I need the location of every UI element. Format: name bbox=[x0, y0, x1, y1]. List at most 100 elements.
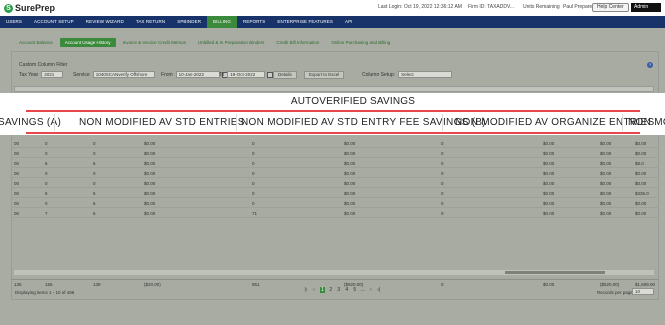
tab-account-usage-history[interactable]: Account Usage History bbox=[59, 38, 116, 47]
logo[interactable]: S SurePrep bbox=[4, 3, 55, 13]
table-row[interactable]: 00 7 6 $0.00 71 $0.00 0 $0.00 $0.00 $0.00 bbox=[11, 209, 659, 218]
column-header[interactable]: NON MO bbox=[628, 117, 665, 128]
details-row: Details bbox=[273, 70, 297, 79]
column-header[interactable]: SAVINGS (A) bbox=[0, 117, 61, 128]
page-5[interactable]: 5 bbox=[352, 287, 357, 293]
to-label: To bbox=[219, 71, 225, 78]
column-header[interactable]: NON MODIFIED AV STD ENTRIES bbox=[79, 117, 245, 128]
table-cell: 0 bbox=[441, 161, 444, 166]
pagination: |‹ ‹ 1 2 3 4 5 ... › ›| bbox=[302, 287, 383, 293]
table-row[interactable]: 00 0 0 $0.00 0 $0.00 0 $0.00 $0.00 $0.00 bbox=[11, 169, 659, 178]
nav-billing[interactable]: BILLING bbox=[207, 16, 238, 28]
page-ellipsis[interactable]: ... bbox=[360, 287, 365, 293]
service-select[interactable]: 1040SCANverify Offshore bbox=[92, 71, 155, 78]
table-cell: $0.00 bbox=[543, 201, 555, 206]
to-date-input[interactable]: 19-Oct-2022 bbox=[227, 71, 266, 78]
total-cell: ($520.00) bbox=[600, 282, 620, 287]
last-page-icon[interactable]: ›| bbox=[376, 287, 381, 293]
total-cell: 155 bbox=[45, 282, 53, 287]
nav-spbinder[interactable]: SPBINDER bbox=[171, 16, 207, 28]
divider bbox=[26, 110, 640, 112]
table-cell: 0 bbox=[45, 141, 48, 146]
table-cell: $0.00 bbox=[344, 201, 356, 206]
column-header[interactable]: NON MODIFIED AV STD ENTRY FEE SAVINGS (B… bbox=[241, 117, 486, 128]
main-nav: USERS ACCOUNT SETUP REVIEW WIZARD TAX RE… bbox=[0, 16, 665, 28]
table-cell: $0.00 bbox=[543, 141, 555, 146]
table-cell: 0 bbox=[252, 161, 255, 166]
help-icon[interactable]: ? bbox=[647, 62, 653, 68]
tab-unbilled-binders[interactable]: Unbilled & In Preparation Binders bbox=[193, 38, 270, 47]
column-setup-filter: Column Setup: Select bbox=[362, 70, 453, 79]
nav-api[interactable]: API bbox=[339, 16, 359, 28]
page-4[interactable]: 4 bbox=[344, 287, 349, 293]
tab-invoices[interactable]: Invoice & Invoice Credit Memos bbox=[118, 38, 191, 47]
table-cell: 00 bbox=[14, 191, 20, 196]
table-cell: $0.00 bbox=[543, 151, 555, 156]
table-cell: 0 bbox=[441, 151, 444, 156]
total-cell: 0 bbox=[441, 282, 444, 287]
records-per-page-select[interactable]: 10 bbox=[632, 288, 654, 295]
sureprep-logo-icon: S bbox=[4, 3, 13, 13]
table-cell: 0 bbox=[45, 201, 48, 206]
table-row[interactable]: 00 0 0 $0.00 0 $0.00 0 $0.00 $0.00 $0.00 bbox=[11, 149, 659, 158]
tab-account-balance[interactable]: Account Balance bbox=[14, 38, 58, 47]
page-2[interactable]: 2 bbox=[328, 287, 333, 293]
table-cell: $0.00 bbox=[543, 171, 555, 176]
table-cell: $0.00 bbox=[600, 161, 612, 166]
table-cell: $0.00 bbox=[344, 191, 356, 196]
table-cell: $0.00 bbox=[543, 161, 555, 166]
table-cell: 0 bbox=[252, 171, 255, 176]
table-cell: $8.0 bbox=[635, 161, 644, 166]
user-menu[interactable]: Paul Preparer bbox=[563, 4, 594, 10]
details-button[interactable]: Details bbox=[273, 70, 297, 79]
tax-year-select[interactable]: 2021 bbox=[41, 71, 64, 78]
table-row[interactable]: 00 0 6 $0.00 0 $0.00 0 $0.00 $0.00 $0.00 bbox=[11, 199, 659, 208]
help-center-button[interactable]: Help Center bbox=[592, 3, 629, 12]
table-cell: 00 bbox=[14, 141, 20, 146]
table-cell: 00 bbox=[14, 161, 20, 166]
service-filter: Service 1040SCANverify Offshore bbox=[73, 70, 155, 79]
next-page-icon[interactable]: › bbox=[368, 287, 373, 293]
table-cell: 0 bbox=[45, 181, 48, 186]
prev-page-icon[interactable]: ‹ bbox=[312, 287, 317, 293]
table-cell: $0.00 bbox=[600, 181, 612, 186]
table-cell: $0.00 bbox=[144, 141, 156, 146]
divider bbox=[26, 132, 640, 134]
nav-tax-return[interactable]: TAX RETURN bbox=[130, 16, 171, 28]
table-cell: 00 bbox=[14, 201, 20, 206]
scrollbar-thumb[interactable] bbox=[505, 271, 605, 274]
table-cell: $0.00 bbox=[144, 191, 156, 196]
table-cell: $0.00 bbox=[600, 151, 612, 156]
first-page-icon[interactable]: |‹ bbox=[304, 287, 309, 293]
page-1[interactable]: 1 bbox=[319, 287, 326, 293]
table-row[interactable]: 00 6 5 $0.00 0 $0.00 0 $0.00 $0.00 $335.0 bbox=[11, 189, 659, 198]
nav-review-wizard[interactable]: REVIEW WIZARD bbox=[80, 16, 130, 28]
page-3[interactable]: 3 bbox=[336, 287, 341, 293]
from-date-input[interactable]: 10-Jan-2022 bbox=[175, 71, 220, 78]
nav-enterprise-features[interactable]: ENTERPRISE FEATURES bbox=[271, 16, 339, 28]
table-cell: 00 bbox=[14, 151, 20, 156]
units-remaining[interactable]: Units Remaining bbox=[523, 4, 560, 10]
tab-online-purchasing[interactable]: Online Purchasing and Billing bbox=[326, 38, 395, 47]
displaying-items: Displaying items 1 - 10 of 496 bbox=[15, 290, 75, 295]
table-row[interactable]: 00 6 6 $0.00 0 $0.00 0 $0.00 $0.00 $8.0 bbox=[11, 159, 659, 168]
table-cell: $0.00 bbox=[635, 211, 647, 216]
column-setup-select[interactable]: Select bbox=[398, 71, 453, 78]
nav-account-setup[interactable]: ACCOUNT SETUP bbox=[28, 16, 80, 28]
table-cell: $0.00 bbox=[543, 211, 555, 216]
divider bbox=[236, 114, 237, 131]
table-row[interactable]: 00 0 0 $0.00 0 $0.00 0 $0.00 $0.00 $0.00 bbox=[11, 139, 659, 148]
table-cell: 0 bbox=[252, 141, 255, 146]
export-excel-button[interactable]: Export to Excel bbox=[304, 70, 345, 79]
column-header[interactable]: NON MODIFIED AV ORGANIZE ENTRIES bbox=[455, 117, 654, 128]
admin-dropdown[interactable]: Admin bbox=[631, 3, 661, 12]
table-cell: 00 bbox=[14, 211, 20, 216]
table-cell: $0.00 bbox=[344, 161, 356, 166]
export-row: Export to Excel bbox=[304, 70, 345, 79]
last-login: Last Login: Oct 19, 2022 12:36:12 AM bbox=[378, 4, 462, 10]
nav-users[interactable]: USERS bbox=[0, 16, 28, 28]
nav-reports[interactable]: REPORTS bbox=[237, 16, 271, 28]
table-row[interactable]: 00 0 0 $0.00 0 $0.00 0 $0.00 $0.00 $0.00 bbox=[11, 179, 659, 188]
tab-credit-bill-information[interactable]: Credit Bill Information bbox=[271, 38, 324, 47]
table-cell: 0 bbox=[93, 141, 96, 146]
